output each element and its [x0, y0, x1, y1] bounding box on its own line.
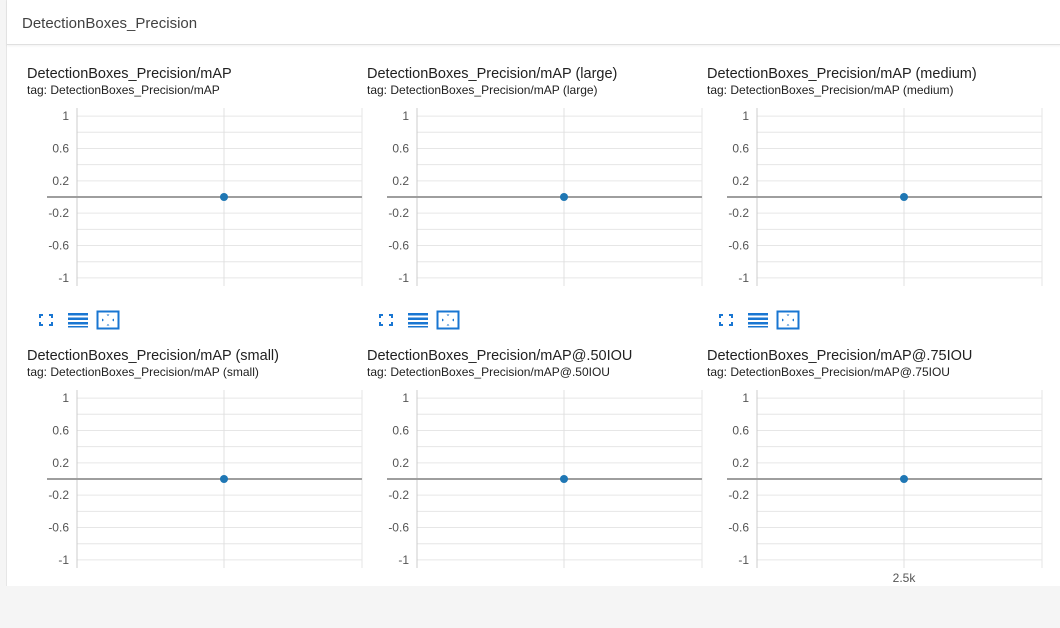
- chart-tag: tag: DetectionBoxes_Precision/mAP: [27, 83, 220, 97]
- y-tick-label: 0.2: [52, 456, 69, 470]
- chart-card: DetectionBoxes_Precision/mAP@.75IOU tag:…: [707, 348, 1047, 628]
- chart-plot[interactable]: 1 0.6 0.2 -0.2 -0.6 -1 2.5k: [707, 384, 1043, 585]
- chart-toolbar: [31, 308, 151, 332]
- section-header[interactable]: DetectionBoxes_Precision: [7, 0, 1060, 45]
- y-tick-label: 0.6: [392, 141, 409, 155]
- y-tick-label: -0.2: [48, 488, 69, 502]
- chart-title: DetectionBoxes_Precision/mAP: [27, 66, 232, 82]
- y-tick-label: 0.6: [52, 141, 69, 155]
- data-table-icon: [747, 312, 769, 328]
- y-tick-label: 1: [402, 391, 409, 405]
- y-tick-label: -1: [398, 553, 409, 567]
- y-tick-label: 0.2: [732, 174, 749, 188]
- y-tick-label: -0.2: [388, 488, 409, 502]
- y-tick-label: 0.2: [392, 456, 409, 470]
- y-tick-label: -0.2: [728, 488, 749, 502]
- y-tick-label: 0.6: [732, 423, 749, 437]
- y-tick-label: 1: [742, 109, 749, 123]
- y-tick-label: 1: [402, 109, 409, 123]
- fit-domain-button[interactable]: [95, 308, 121, 332]
- chart-card: DetectionBoxes_Precision/mAP (large) tag…: [367, 66, 707, 346]
- data-point: [900, 193, 908, 201]
- y-tick-label: -0.6: [48, 521, 69, 535]
- y-tick-label: -0.2: [48, 206, 69, 220]
- fullscreen-icon: [38, 313, 54, 327]
- y-tick-label: -0.6: [728, 239, 749, 253]
- chart-title: DetectionBoxes_Precision/mAP (small): [27, 348, 279, 364]
- fullscreen-icon: [718, 313, 734, 327]
- chart-card: DetectionBoxes_Precision/mAP (small) tag…: [27, 348, 367, 628]
- fit-domain-button[interactable]: [435, 308, 461, 332]
- chart-title: DetectionBoxes_Precision/mAP@.50IOU: [367, 348, 633, 364]
- y-tick-label: -1: [58, 553, 69, 567]
- data-point: [900, 475, 908, 483]
- scalars-panel: DetectionBoxes_Precision DetectionBoxes_…: [6, 0, 1060, 586]
- data-table-icon: [407, 312, 429, 328]
- chart-plot[interactable]: 1 0.6 0.2 -0.2 -0.6 -1: [27, 384, 363, 568]
- data-point: [220, 193, 228, 201]
- y-tick-label: 0.2: [732, 456, 749, 470]
- y-tick-label: -0.2: [728, 206, 749, 220]
- chart-card: DetectionBoxes_Precision/mAP tag: Detect…: [27, 66, 367, 346]
- y-tick-label: -0.6: [388, 521, 409, 535]
- fullscreen-button[interactable]: [713, 308, 739, 332]
- chart-tag: tag: DetectionBoxes_Precision/mAP@.50IOU: [367, 365, 610, 379]
- y-tick-label: -0.2: [388, 206, 409, 220]
- data-table-button[interactable]: [405, 308, 431, 332]
- x-tick-label: 2.5k: [893, 571, 917, 585]
- chart-plot[interactable]: 1 0.6 0.2 -0.2 -0.6 -1: [367, 384, 703, 568]
- chart-title: DetectionBoxes_Precision/mAP (large): [367, 66, 618, 82]
- chart-tag: tag: DetectionBoxes_Precision/mAP@.75IOU: [707, 365, 950, 379]
- chart-plot[interactable]: 1 0.6 0.2 -0.2 -0.6 -1: [367, 102, 703, 286]
- chart-toolbar: [371, 308, 491, 332]
- y-tick-label: -0.6: [728, 521, 749, 535]
- fullscreen-button[interactable]: [373, 308, 399, 332]
- y-tick-label: 1: [742, 391, 749, 405]
- y-tick-label: -0.6: [48, 239, 69, 253]
- chart-plot[interactable]: 1 0.6 0.2 -0.2 -0.6 -1: [707, 102, 1043, 286]
- y-tick-label: 0.6: [52, 423, 69, 437]
- y-tick-label: -1: [738, 553, 749, 567]
- fit-domain-icon: [776, 310, 800, 330]
- chart-title: DetectionBoxes_Precision/mAP@.75IOU: [707, 348, 973, 364]
- y-tick-label: 0.6: [392, 423, 409, 437]
- data-table-button[interactable]: [65, 308, 91, 332]
- fullscreen-button[interactable]: [33, 308, 59, 332]
- chart-tag: tag: DetectionBoxes_Precision/mAP (mediu…: [707, 83, 954, 97]
- y-tick-label: 1: [62, 109, 69, 123]
- y-tick-label: 1: [62, 391, 69, 405]
- data-point: [560, 475, 568, 483]
- section-title: DetectionBoxes_Precision: [22, 15, 198, 32]
- chart-toolbar: [711, 308, 831, 332]
- chart-card: DetectionBoxes_Precision/mAP (medium) ta…: [707, 66, 1047, 346]
- fit-domain-icon: [96, 310, 120, 330]
- chart-card: DetectionBoxes_Precision/mAP@.50IOU tag:…: [367, 348, 707, 628]
- y-tick-label: -1: [738, 271, 749, 285]
- chart-plot[interactable]: 1 0.6 0.2 -0.2 -0.6 -1: [27, 102, 363, 286]
- data-table-icon: [67, 312, 89, 328]
- chart-title: DetectionBoxes_Precision/mAP (medium): [707, 66, 977, 82]
- fullscreen-icon: [378, 313, 394, 327]
- y-tick-label: 0.2: [392, 174, 409, 188]
- chart-tag: tag: DetectionBoxes_Precision/mAP (small…: [27, 365, 259, 379]
- data-point: [220, 475, 228, 483]
- y-tick-label: 0.2: [52, 174, 69, 188]
- y-tick-label: 0.6: [732, 141, 749, 155]
- data-point: [560, 193, 568, 201]
- y-tick-label: -1: [398, 271, 409, 285]
- data-table-button[interactable]: [745, 308, 771, 332]
- fit-domain-button[interactable]: [775, 308, 801, 332]
- fit-domain-icon: [436, 310, 460, 330]
- y-tick-label: -0.6: [388, 239, 409, 253]
- y-tick-label: -1: [58, 271, 69, 285]
- chart-tag: tag: DetectionBoxes_Precision/mAP (large…: [367, 83, 598, 97]
